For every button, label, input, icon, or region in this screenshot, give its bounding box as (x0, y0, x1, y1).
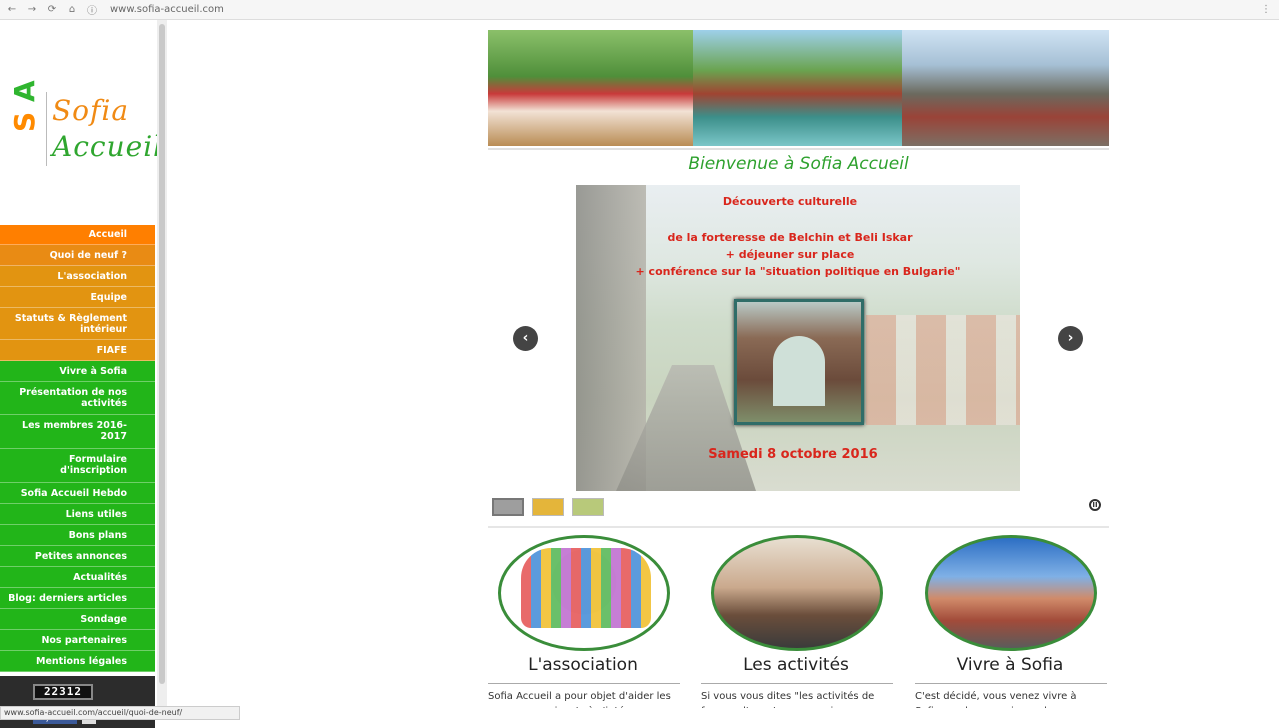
slideshow-next-icon[interactable]: › (1058, 326, 1083, 351)
menu-item-accueil[interactable]: Accueil (0, 225, 155, 245)
site-logo[interactable]: S A Sofia Accueil (6, 72, 162, 172)
slide-bg-roofs (866, 315, 1020, 425)
logo-divider (46, 92, 47, 166)
slide-thumbnail-2[interactable] (532, 498, 564, 516)
card-divider (701, 683, 893, 684)
browser-toolbar: ← → ⟳ ⌂ ⓘ www.sofia-accueil.com ⋮ (0, 0, 1279, 20)
menu-item-petites-annonces[interactable]: Petites annonces (0, 546, 155, 567)
reload-icon[interactable]: ⟳ (44, 4, 60, 15)
slideshow-prev-icon[interactable]: ‹ (513, 326, 538, 351)
forward-icon[interactable]: → (24, 4, 40, 15)
address-bar[interactable]: www.sofia-accueil.com (110, 4, 224, 15)
menu-item-fiafe[interactable]: FIAFE (0, 340, 155, 361)
menu-item-formulaire-inscription[interactable]: Formulaire d'inscription (0, 449, 155, 483)
card-divider (488, 683, 680, 684)
welcome-heading: Bienvenue à Sofia Accueil (688, 154, 909, 174)
menu-item-presentation-activites[interactable]: Présentation de nos activités (0, 382, 155, 415)
slide-line-3: + déjeuner sur place (725, 248, 855, 261)
slideshow-thumbnails (492, 498, 612, 516)
people-graphic (521, 548, 651, 628)
divider (488, 148, 1109, 150)
footer-widgets: 22312 f J'aime 43 (0, 676, 155, 728)
logo-word-sofia: Sofia (52, 94, 130, 127)
logo-letter-s: S (8, 111, 41, 132)
status-bar-url: www.sofia-accueil.com/accueil/quoi-de-ne… (0, 706, 240, 720)
slide-line-1: Découverte culturelle (722, 195, 858, 208)
slide-thumbnail-1[interactable] (492, 498, 524, 516)
info-icon[interactable]: ⓘ (84, 2, 100, 17)
divider (488, 526, 1109, 528)
menu-item-blog[interactable]: Blog: derniers articles (0, 588, 155, 609)
slide-line-4: + conférence sur la "situation politique… (635, 265, 961, 278)
banner-photo-folk-girls (488, 30, 693, 146)
card-title[interactable]: Les activités (701, 655, 891, 675)
menu-item-mentions-legales[interactable]: Mentions légales (0, 651, 155, 672)
back-icon[interactable]: ← (4, 4, 20, 15)
logo-word-accueil: Accueil (52, 130, 164, 163)
menu-item-hebdo[interactable]: Sofia Accueil Hebdo (0, 483, 155, 504)
banner-photo-dance (902, 30, 1109, 146)
menu-item-partenaires[interactable]: Nos partenaires (0, 630, 155, 651)
sidebar: S A Sofia Accueil Accueil Quoi de neuf ?… (0, 20, 162, 728)
sidebar-scrollbar-thumb[interactable] (159, 24, 165, 684)
browser-menu-icon[interactable]: ⋮ (1261, 4, 1271, 15)
menu-item-association[interactable]: L'association (0, 266, 155, 287)
feature-cards: L'association Sofia Accueil a pour objet… (488, 533, 1109, 717)
card-image-people[interactable] (498, 535, 670, 651)
slide-thumbnail-3[interactable] (572, 498, 604, 516)
menu-item-actualites[interactable]: Actualités (0, 567, 155, 588)
fortress-arch (773, 336, 825, 406)
home-icon[interactable]: ⌂ (64, 4, 80, 15)
logo-letter-a: A (8, 80, 41, 102)
card-title[interactable]: L'association (488, 655, 678, 675)
main-menu: Accueil Quoi de neuf ? L'association Equ… (0, 225, 155, 672)
header-banner (488, 30, 1109, 146)
menu-item-quoi-de-neuf[interactable]: Quoi de neuf ? (0, 245, 155, 266)
banner-photo-theatre (693, 30, 902, 146)
slide-date: Samedi 8 octobre 2016 (708, 447, 878, 462)
slideshow-slide[interactable]: Découverte culturelle de la forteresse d… (576, 185, 1020, 491)
card-title[interactable]: Vivre à Sofia (915, 655, 1105, 675)
menu-item-sondage[interactable]: Sondage (0, 609, 155, 630)
menu-item-membres[interactable]: Les membres 2016-2017 (0, 415, 155, 449)
slide-line-2: de la forteresse de Belchin et Beli Iska… (667, 231, 913, 244)
horizontal-scrollbar[interactable] (240, 708, 1279, 720)
slideshow-pause-icon[interactable]: II (1089, 499, 1101, 511)
visit-counter: 22312 (33, 684, 93, 700)
menu-item-equipe[interactable]: Equipe (0, 287, 155, 308)
card-divider (915, 683, 1107, 684)
slide-photo-fortress (734, 299, 864, 425)
card-image-group[interactable] (711, 535, 883, 651)
menu-item-vivre-a-sofia[interactable]: Vivre à Sofia (0, 361, 155, 382)
menu-item-bons-plans[interactable]: Bons plans (0, 525, 155, 546)
menu-item-liens-utiles[interactable]: Liens utiles (0, 504, 155, 525)
menu-item-statuts[interactable]: Statuts & Règlement intérieur (0, 308, 155, 340)
card-image-city[interactable] (925, 535, 1097, 651)
